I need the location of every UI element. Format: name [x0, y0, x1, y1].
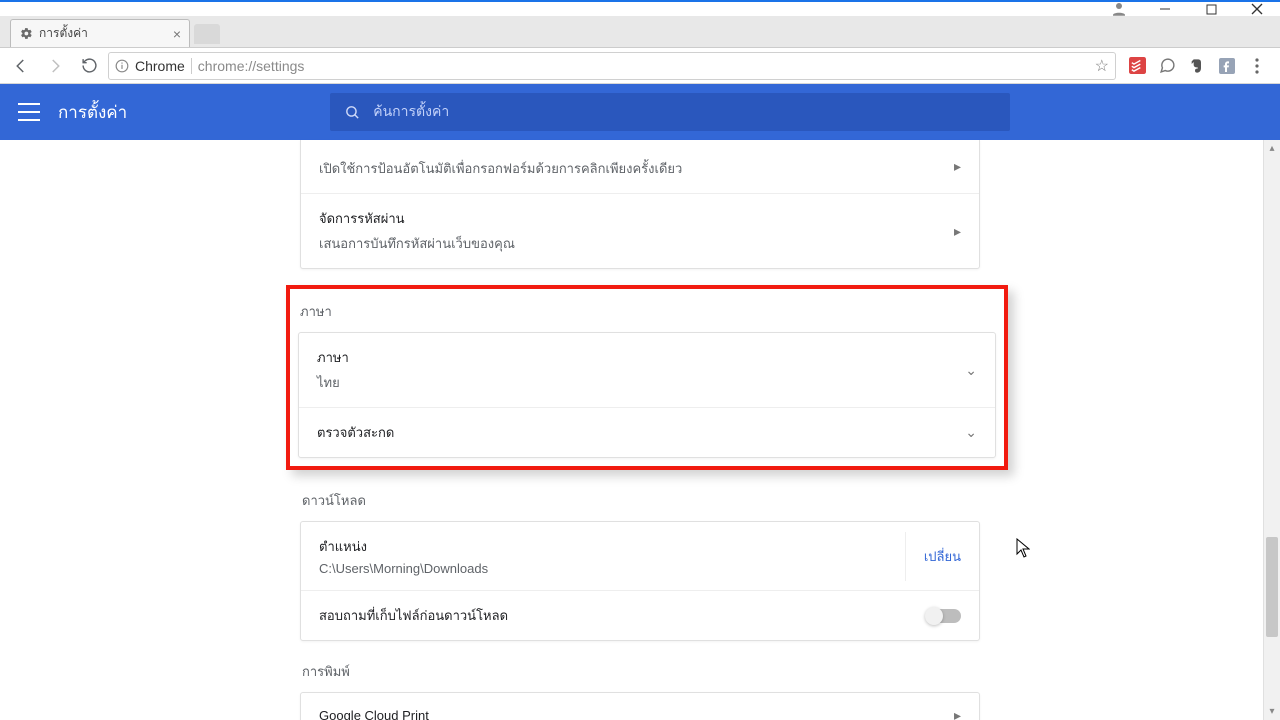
- row-spellcheck[interactable]: ตรวจตัวสะกด ⌄: [299, 407, 995, 457]
- chevron-right-icon: ▸: [954, 223, 961, 240]
- site-info-icon[interactable]: [115, 59, 129, 73]
- ask-before-download-label: สอบถามที่เก็บไฟล์ก่อนดาวน์โหลด: [319, 605, 927, 626]
- reload-button[interactable]: [74, 51, 104, 81]
- highlight-box: ภาษา ภาษา ไทย ⌄ ตรวจตัวสะกด ⌄: [286, 285, 1008, 470]
- chevron-right-icon: ▸: [954, 158, 961, 175]
- settings-title: การตั้งค่า: [58, 99, 127, 126]
- card-people: เปิดใช้การป้อนอัตโนมัติเพื่อกรอกฟอร์มด้ว…: [300, 140, 980, 269]
- extension-facebook-icon[interactable]: [1218, 57, 1236, 75]
- window-maximize-button[interactable]: [1188, 2, 1234, 16]
- settings-body: เปิดใช้การป้อนอัตโนมัติเพื่อกรอกฟอร์มด้ว…: [0, 140, 1280, 720]
- section-label-language: ภาษา: [300, 301, 996, 322]
- download-change-button[interactable]: เปลี่ยน: [905, 532, 979, 581]
- cloud-print-label: Google Cloud Print: [319, 708, 954, 720]
- window-close-button[interactable]: [1234, 2, 1280, 16]
- scrollbar[interactable]: ▴ ▾: [1263, 140, 1280, 720]
- tab-strip: การตั้งค่า ×: [0, 16, 1280, 48]
- row-language[interactable]: ภาษา ไทย ⌄: [299, 333, 995, 407]
- chevron-right-icon: ▸: [954, 707, 961, 720]
- card-downloads: ตำแหน่ง C:\Users\Morning\Downloads เปลี่…: [300, 521, 980, 641]
- row-spellcheck-title: ตรวจตัวสะกด: [317, 422, 965, 443]
- extension-evernote-icon[interactable]: [1188, 57, 1206, 75]
- settings-search[interactable]: ค้นการตั้งค่า: [330, 93, 1010, 131]
- bookmark-star-icon[interactable]: ☆: [1095, 56, 1109, 76]
- tab-close-icon[interactable]: ×: [173, 26, 181, 42]
- row-passwords-title: จัดการรหัสผ่าน: [319, 208, 954, 229]
- row-ask-before-download[interactable]: สอบถามที่เก็บไฟล์ก่อนดาวน์โหลด: [301, 590, 979, 640]
- row-language-title: ภาษา: [317, 347, 965, 368]
- chevron-down-icon: ⌄: [965, 362, 977, 379]
- row-autofill[interactable]: เปิดใช้การป้อนอัตโนมัติเพื่อกรอกฟอร์มด้ว…: [301, 140, 979, 193]
- mouse-cursor-icon: [1016, 538, 1030, 558]
- scroll-up-icon[interactable]: ▴: [1264, 140, 1280, 157]
- chevron-down-icon: ⌄: [965, 424, 977, 441]
- ask-before-download-toggle[interactable]: [927, 609, 961, 623]
- back-button[interactable]: [6, 51, 36, 81]
- row-download-location: ตำแหน่ง C:\Users\Morning\Downloads เปลี่…: [301, 522, 979, 590]
- forward-button[interactable]: [40, 51, 70, 81]
- download-location-label: ตำแหน่ง: [319, 536, 905, 557]
- window-titlebar: [0, 0, 1280, 16]
- scroll-down-icon[interactable]: ▾: [1264, 703, 1280, 720]
- extension-icons: [1120, 57, 1274, 75]
- row-cloud-print[interactable]: Google Cloud Print ▸: [301, 693, 979, 720]
- scroll-thumb[interactable]: [1266, 537, 1278, 637]
- omnibox-origin: Chrome: [135, 58, 185, 74]
- omnibox-url: chrome://settings: [198, 58, 1089, 74]
- section-label-printing: การพิมพ์: [302, 661, 980, 682]
- row-passwords-sub: เสนอการบันทึกรหัสผ่านเว็บของคุณ: [319, 233, 954, 254]
- gear-icon: [19, 27, 33, 41]
- extension-chat-icon[interactable]: [1158, 57, 1176, 75]
- address-bar: Chrome chrome://settings ☆: [0, 48, 1280, 84]
- download-location-value: C:\Users\Morning\Downloads: [319, 561, 905, 576]
- settings-search-placeholder: ค้นการตั้งค่า: [373, 101, 449, 123]
- section-label-downloads: ดาวน์โหลด: [302, 490, 980, 511]
- row-language-sub: ไทย: [317, 372, 965, 393]
- card-language: ภาษา ไทย ⌄ ตรวจตัวสะกด ⌄: [298, 332, 996, 458]
- chrome-menu-icon[interactable]: [1248, 57, 1266, 75]
- row-autofill-sub: เปิดใช้การป้อนอัตโนมัติเพื่อกรอกฟอร์มด้ว…: [319, 158, 954, 179]
- card-printing: Google Cloud Print ▸: [300, 692, 980, 720]
- window-minimize-button[interactable]: [1142, 2, 1188, 16]
- omnibox-separator: [191, 58, 192, 74]
- extension-todoist-icon[interactable]: [1128, 57, 1146, 75]
- omnibox[interactable]: Chrome chrome://settings ☆: [108, 52, 1116, 80]
- menu-icon[interactable]: [18, 103, 40, 121]
- tab-title: การตั้งค่า: [39, 24, 167, 43]
- tab-settings[interactable]: การตั้งค่า ×: [10, 19, 190, 47]
- new-tab-button[interactable]: [194, 24, 220, 44]
- row-passwords[interactable]: จัดการรหัสผ่าน เสนอการบันทึกรหัสผ่านเว็บ…: [301, 193, 979, 268]
- settings-header: การตั้งค่า ค้นการตั้งค่า: [0, 84, 1280, 140]
- search-icon: [344, 104, 361, 121]
